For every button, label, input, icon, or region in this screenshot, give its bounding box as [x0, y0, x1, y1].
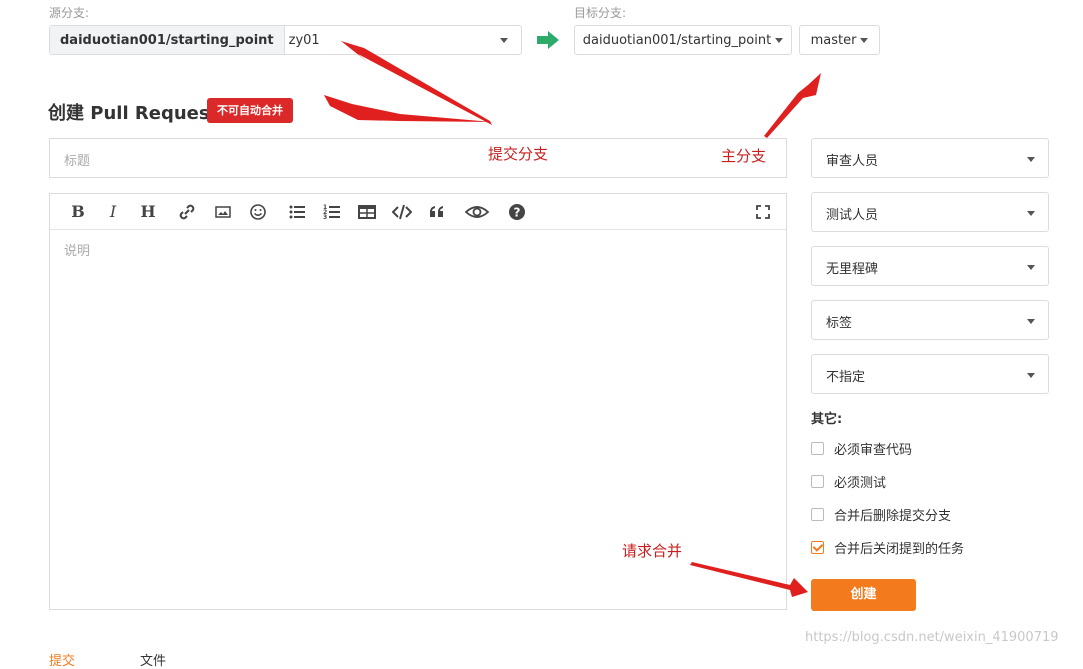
- annotation-request-merge: 请求合并: [622, 542, 683, 560]
- tab-commits[interactable]: 提交: [49, 650, 75, 669]
- annotation-arrow-create: [690, 562, 808, 597]
- annotation-arrow-target: [764, 73, 821, 138]
- annotation-arrows: [324, 41, 821, 597]
- annotation-main-branch: 主分支: [721, 147, 767, 165]
- annotation-commit-branch: 提交分支: [488, 145, 549, 163]
- watermark: https://blog.csdn.net/weixin_41900719: [805, 630, 1059, 645]
- tab-files[interactable]: 文件: [140, 650, 166, 669]
- tab-commits-label: 提交: [49, 654, 76, 669]
- tab-files-label: 文件: [140, 654, 167, 669]
